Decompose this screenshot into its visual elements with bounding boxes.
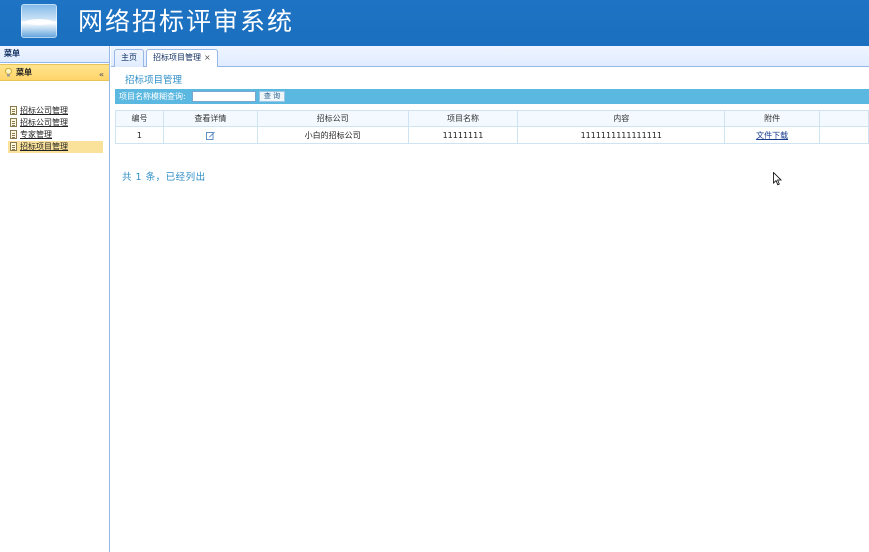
document-icon <box>10 106 17 115</box>
cell-detail <box>162 126 258 144</box>
col-header-empty <box>819 110 869 127</box>
cell-attachment: 文件下载 <box>724 126 821 144</box>
menu-tree: 招标公司管理 招标公司管理 专家管理 招标项目管理 <box>0 81 109 153</box>
record-count: 共 1 条，已经列出 <box>122 172 206 183</box>
search-button[interactable]: 查 询 <box>259 91 285 102</box>
content-area: 招标项目管理 项目名称模糊查询: 查 询 编号 查看详情 招标公司 项目名称 内… <box>111 67 869 552</box>
col-header-content: 内容 <box>517 110 726 127</box>
tabs-bar: 主页 招标项目管理 × <box>111 46 869 68</box>
cell-company: 小白的招标公司 <box>256 126 409 144</box>
tab-label: 招标项目管理 <box>153 53 201 62</box>
col-header-company: 招标公司 <box>256 110 409 127</box>
page-title: 招标项目管理 <box>125 75 183 86</box>
search-label: 项目名称模糊查询: <box>119 92 186 101</box>
sidebar: 菜单 菜单 « 招标公司管理 招标公司管理 专家管理 招标项目管理 <box>0 46 110 552</box>
mouse-cursor-icon <box>773 172 782 186</box>
menu-item-expert-manage[interactable]: 专家管理 <box>8 129 103 141</box>
col-header-project: 项目名称 <box>407 110 519 127</box>
search-bar: 项目名称模糊查询: 查 询 <box>115 89 869 104</box>
tab-project-manage[interactable]: 招标项目管理 × <box>146 49 218 68</box>
tab-label: 主页 <box>121 53 137 62</box>
search-input[interactable] <box>192 91 256 102</box>
sidebar-title: 菜单 <box>0 46 109 63</box>
menu-item-label[interactable]: 招标项目管理 <box>20 142 68 151</box>
app-header: 网络招标评审系统 <box>0 0 869 46</box>
app-title: 网络招标评审系统 <box>78 7 295 36</box>
project-table: 编号 查看详情 招标公司 项目名称 内容 附件 1 小白的招标公司 111111… <box>115 110 869 144</box>
main-panel: 主页 招标项目管理 × 招标项目管理 项目名称模糊查询: 查 询 编号 查看详情 … <box>111 46 869 552</box>
menu-accordion-header[interactable]: 菜单 « <box>0 64 109 81</box>
menu-accordion-label: 菜单 <box>16 68 32 77</box>
document-icon <box>10 130 17 139</box>
menu-item-company-manage[interactable]: 招标公司管理 <box>8 105 103 117</box>
menu-item-label[interactable]: 招标公司管理 <box>20 106 68 115</box>
collapse-icon[interactable]: « <box>99 67 104 82</box>
menu-item-company-manage-2[interactable]: 招标公司管理 <box>8 117 103 129</box>
tab-home[interactable]: 主页 <box>114 49 144 67</box>
document-icon <box>10 118 17 127</box>
cell-empty <box>819 126 869 144</box>
logo-icon <box>21 4 57 38</box>
cell-id: 1 <box>115 126 164 144</box>
menu-item-label[interactable]: 专家管理 <box>20 130 52 139</box>
lightbulb-icon <box>5 68 12 77</box>
menu-item-label[interactable]: 招标公司管理 <box>20 118 68 127</box>
cell-project: 11111111 <box>407 126 519 144</box>
table-row: 1 小白的招标公司 11111111 1111111111111111 文件下载 <box>115 126 869 144</box>
cell-content: 1111111111111111 <box>517 126 726 144</box>
table-header-row: 编号 查看详情 招标公司 项目名称 内容 附件 <box>115 110 869 127</box>
col-header-detail: 查看详情 <box>162 110 258 127</box>
col-header-id: 编号 <box>115 110 164 127</box>
edit-icon[interactable] <box>205 131 215 140</box>
file-download-link[interactable]: 文件下载 <box>756 131 788 140</box>
menu-item-project-manage[interactable]: 招标项目管理 <box>8 141 103 153</box>
col-header-attachment: 附件 <box>724 110 821 127</box>
close-icon[interactable]: × <box>204 53 211 62</box>
document-icon <box>10 142 17 151</box>
